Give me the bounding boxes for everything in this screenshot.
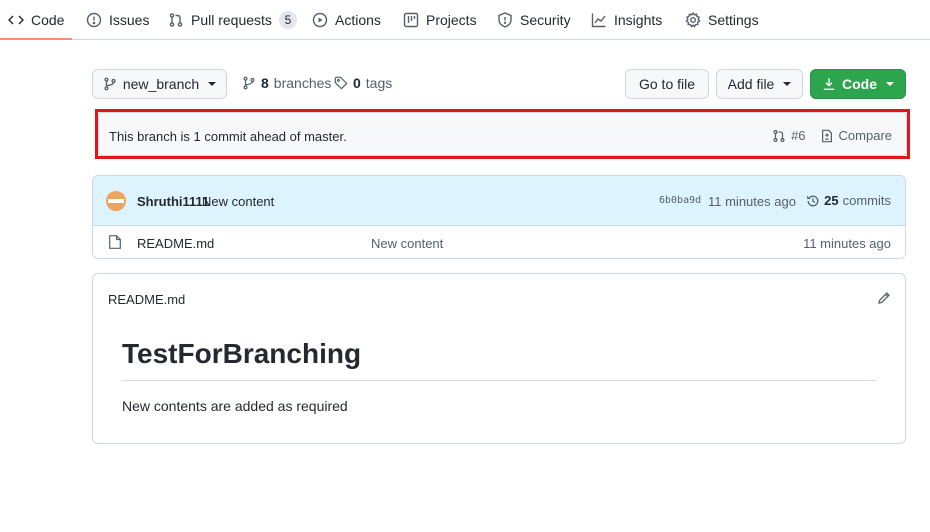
commit-message[interactable]: New content xyxy=(202,194,274,209)
graph-icon xyxy=(591,13,606,28)
branch-icon xyxy=(243,76,255,90)
branches-link[interactable]: 8 branches xyxy=(242,75,331,91)
highlight-box xyxy=(95,109,910,159)
avatar[interactable] xyxy=(106,191,126,211)
tab-security[interactable]: Security xyxy=(497,0,571,40)
go-to-file-label: Go to file xyxy=(638,76,696,92)
commits-label: commits xyxy=(842,193,891,208)
divider xyxy=(122,380,877,381)
code-button-label: Code xyxy=(842,76,877,92)
readme-heading: TestForBranching xyxy=(122,338,362,369)
commit-time: 11 minutes ago xyxy=(708,194,796,209)
commits-link[interactable]: 25 commits xyxy=(806,193,891,208)
tab-settings-label: Settings xyxy=(708,12,759,28)
table-row: README.md New content 11 minutes ago xyxy=(93,226,905,258)
branch-icon xyxy=(104,77,116,91)
code-button[interactable]: Code xyxy=(810,69,906,99)
file-name[interactable]: README.md xyxy=(137,236,214,251)
gear-icon xyxy=(685,12,701,28)
commit-sha[interactable]: 6b0ba9d xyxy=(659,195,701,206)
project-board-icon xyxy=(403,12,419,28)
shield-icon xyxy=(498,12,512,28)
tab-code[interactable]: Code xyxy=(8,0,64,40)
tag-icon xyxy=(334,76,348,90)
tags-count: 0 xyxy=(353,75,361,91)
tags-link[interactable]: 0 tags xyxy=(334,75,392,91)
branch-name: new_branch xyxy=(122,76,200,92)
chevron-down-icon xyxy=(783,82,792,86)
pull-request-icon xyxy=(169,13,183,27)
tab-issues[interactable]: Issues xyxy=(86,0,149,40)
download-icon xyxy=(823,78,835,90)
tab-insights-label: Insights xyxy=(614,12,663,28)
tab-pull-requests-label: Pull requests xyxy=(191,12,272,28)
file-icon xyxy=(109,235,121,249)
issue-icon xyxy=(86,12,102,28)
pencil-icon[interactable] xyxy=(877,291,891,305)
history-icon xyxy=(807,195,819,206)
branch-select-button[interactable]: new_branch xyxy=(92,69,227,99)
file-commit-time: 11 minutes ago xyxy=(803,236,891,251)
active-tab-indicator xyxy=(0,38,72,40)
tab-actions[interactable]: Actions xyxy=(312,0,381,40)
tab-insights[interactable]: Insights xyxy=(591,0,662,40)
pull-requests-count-badge: 5 xyxy=(278,11,297,29)
tab-projects[interactable]: Projects xyxy=(403,0,477,40)
tab-issues-label: Issues xyxy=(109,12,150,28)
add-file-label: Add file xyxy=(727,76,775,92)
add-file-button[interactable]: Add file xyxy=(716,69,803,99)
readme-title[interactable]: README.md xyxy=(108,292,185,307)
go-to-file-button[interactable]: Go to file xyxy=(625,69,709,99)
tab-settings[interactable]: Settings xyxy=(685,0,759,40)
branches-count: 8 xyxy=(261,75,269,91)
latest-commit-row: Shruthi1111 New content 6b0ba9d 11 minut… xyxy=(93,176,905,226)
repo-nav: Code Issues Pull requests 5 Actions Proj… xyxy=(0,0,930,40)
tab-actions-label: Actions xyxy=(335,12,381,28)
chevron-down-icon xyxy=(886,82,894,86)
chevron-down-icon xyxy=(208,82,217,86)
code-icon xyxy=(8,15,24,25)
file-browser: Shruthi1111 New content 6b0ba9d 11 minut… xyxy=(92,175,906,259)
readme-paragraph: New contents are added as required xyxy=(122,398,348,414)
tab-pull-requests[interactable]: Pull requests 5 xyxy=(168,0,297,40)
commit-author[interactable]: Shruthi1111 xyxy=(137,194,209,209)
tab-projects-label: Projects xyxy=(426,12,477,28)
tab-code-label: Code xyxy=(31,12,65,28)
branches-label: branches xyxy=(273,75,332,91)
commits-count: 25 xyxy=(824,193,839,208)
readme-panel: README.md TestForBranching New contents … xyxy=(92,273,906,444)
tags-label: tags xyxy=(365,75,393,91)
file-commit-message[interactable]: New content xyxy=(371,236,443,251)
tab-security-label: Security xyxy=(520,12,571,28)
play-icon xyxy=(312,12,328,28)
